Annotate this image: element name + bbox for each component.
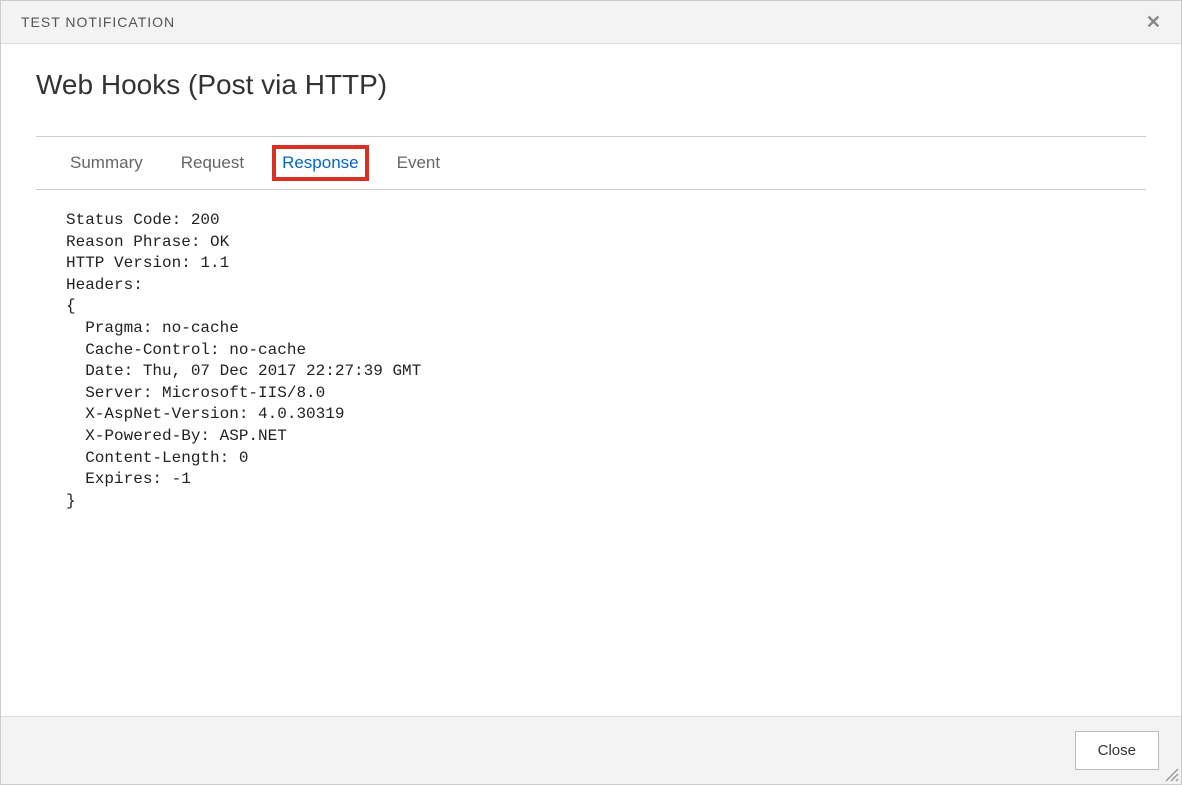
test-notification-dialog: TEST NOTIFICATION ✕ Web Hooks (Post via … [0, 0, 1182, 785]
tab-response[interactable]: Response [278, 151, 363, 175]
tab-summary[interactable]: Summary [66, 151, 147, 175]
resize-grip-icon[interactable] [1164, 767, 1180, 783]
response-body: Status Code: 200 Reason Phrase: OK HTTP … [36, 190, 1146, 532]
tabs: Summary Request Response Event [36, 136, 1146, 190]
close-icon[interactable]: ✕ [1146, 13, 1161, 31]
dialog-title: TEST NOTIFICATION [21, 14, 175, 30]
dialog-body: Web Hooks (Post via HTTP) Summary Reques… [1, 44, 1181, 716]
tab-request[interactable]: Request [177, 151, 248, 175]
close-button[interactable]: Close [1075, 731, 1159, 770]
dialog-footer: Close [1, 716, 1181, 784]
tab-event[interactable]: Event [393, 151, 444, 175]
dialog-header: TEST NOTIFICATION ✕ [1, 1, 1181, 44]
page-title: Web Hooks (Post via HTTP) [36, 69, 1146, 101]
